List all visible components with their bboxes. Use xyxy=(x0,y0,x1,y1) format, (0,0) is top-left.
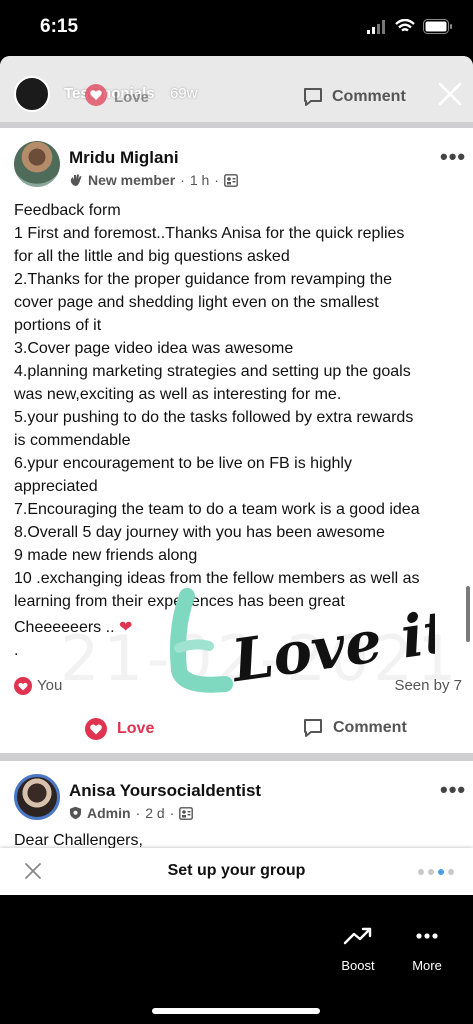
comment-icon xyxy=(304,719,322,737)
group-avatar[interactable] xyxy=(14,76,50,112)
body-line: portions of it xyxy=(14,317,102,334)
comment-icon xyxy=(304,88,322,106)
meta-separator: · xyxy=(135,805,141,821)
battery-icon xyxy=(423,19,452,34)
story-header: Testimonials Love 69w Comment xyxy=(0,56,473,122)
status-bar: 6:15 xyxy=(0,0,473,56)
section-divider xyxy=(0,122,473,128)
comment-button-label: Comment xyxy=(333,719,407,736)
body-line: Feedback form xyxy=(14,202,121,219)
signal-icon xyxy=(367,19,385,34)
section-divider xyxy=(0,753,473,761)
carousel-dot xyxy=(448,869,454,875)
more-dots-icon xyxy=(416,933,438,939)
member-badge: New member xyxy=(88,172,176,188)
body-line: 4.planning marketing strategies and sett… xyxy=(14,363,411,380)
post-meta: New member · 1 h · xyxy=(69,172,238,188)
group-post-card: Testimonials Love 69w Comment Mridu Migl… xyxy=(0,56,473,895)
love-reaction-icon xyxy=(85,718,107,740)
admin-badge: Admin xyxy=(87,805,131,821)
carousel-dot-active xyxy=(438,869,444,875)
story-comment-button[interactable]: Comment xyxy=(302,86,406,108)
body-line: 8.Overall 5 day journey with you has bee… xyxy=(14,524,385,541)
body-line: 6.ypur encouragement to be live on FB is… xyxy=(14,455,352,472)
close-icon[interactable] xyxy=(436,80,464,108)
body-line: 10 .exchanging ideas from the fellow mem… xyxy=(14,570,420,587)
setup-group-banner[interactable]: Set up your group xyxy=(0,848,473,895)
wifi-icon xyxy=(395,19,415,32)
body-line: was new,exciting as well as interesting … xyxy=(14,386,342,403)
boost-label: Boost xyxy=(341,958,375,973)
post-author[interactable]: Mridu Miglani xyxy=(69,148,179,168)
reactions-summary[interactable]: You Seen by 7 xyxy=(14,675,462,699)
story-comment-label: Comment xyxy=(332,88,406,105)
love-button[interactable]: Love xyxy=(84,717,154,741)
post2-meta: Admin · 2 d · xyxy=(69,805,194,821)
love-reaction-icon xyxy=(85,84,107,106)
carousel-dots xyxy=(418,869,454,875)
reaction-label: You xyxy=(37,677,63,694)
status-time: 6:15 xyxy=(40,16,79,37)
meta-separator: · xyxy=(180,172,185,188)
meta-separator: · xyxy=(169,805,175,821)
post2-time: 2 d xyxy=(145,805,165,821)
home-indicator[interactable] xyxy=(152,1008,320,1014)
story-love-label: Love xyxy=(114,89,150,106)
body-line: 5.your pushing to do the tasks followed … xyxy=(14,409,414,426)
seen-by-label[interactable]: Seen by 7 xyxy=(394,677,462,694)
post-time: 1 h xyxy=(189,172,210,188)
love-reaction-icon xyxy=(14,677,32,695)
wave-hand-icon xyxy=(70,174,82,186)
body-line: 9 made new friends along xyxy=(14,547,198,564)
scrollbar[interactable] xyxy=(466,586,470,642)
carousel-dot xyxy=(428,869,434,875)
body-line: 2.Thanks for the proper guidance from re… xyxy=(14,271,392,288)
body-line: is commendable xyxy=(14,432,131,449)
setup-title: Set up your group xyxy=(167,862,306,879)
body-line: cover page and shedding light even on th… xyxy=(14,294,379,311)
body-line: for all the little and big questions ask… xyxy=(14,248,290,265)
admin-shield-icon xyxy=(70,806,81,820)
post2-options-button[interactable]: ••• xyxy=(440,777,466,803)
body-line: appreciated xyxy=(14,478,98,495)
sticker-brush-l xyxy=(170,588,233,693)
body-line: 7.Encouraging the team to do a team work… xyxy=(14,501,420,518)
comment-button[interactable]: Comment xyxy=(302,717,407,739)
body-line: 1 First and foremost..Thanks Anisa for t… xyxy=(14,225,405,242)
boost-button[interactable]: Boost xyxy=(328,925,388,973)
group-privacy-icon xyxy=(224,173,238,187)
meta-separator: · xyxy=(214,172,219,188)
post-actions: Love Comment xyxy=(0,709,473,751)
trending-up-icon xyxy=(343,927,372,945)
group-privacy-icon xyxy=(179,806,194,820)
story-age: 69w xyxy=(170,85,198,102)
status-icons xyxy=(367,19,453,34)
love-button-label: Love xyxy=(117,720,155,737)
more-label: More xyxy=(412,958,442,973)
admin-avatar[interactable] xyxy=(14,774,60,820)
author-avatar[interactable] xyxy=(14,141,60,187)
body-line: 3.Cover page video idea was awesome xyxy=(14,340,294,357)
more-button[interactable]: More xyxy=(397,925,457,973)
post2-author[interactable]: Anisa Yoursocialdentist xyxy=(69,781,261,801)
post-options-button[interactable]: ••• xyxy=(440,144,466,170)
carousel-dot xyxy=(418,869,424,875)
